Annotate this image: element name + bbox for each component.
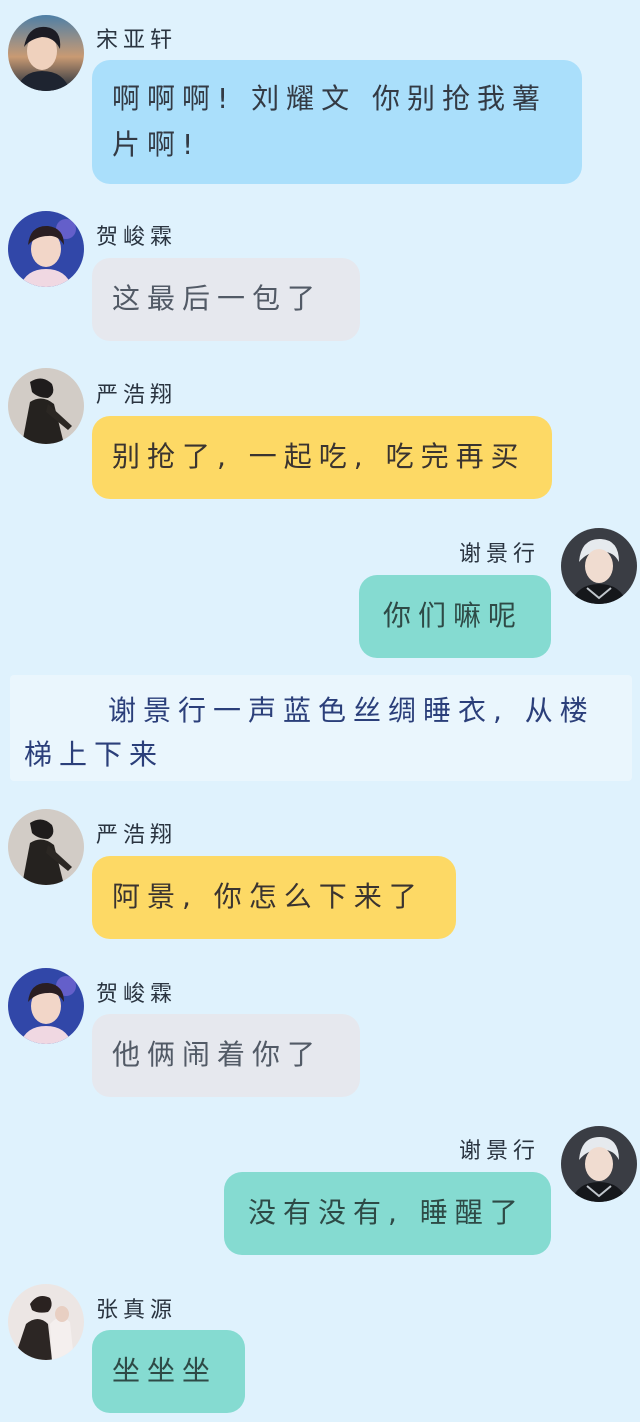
message-bubble[interactable]: 阿景, 你怎么下来了: [92, 856, 456, 939]
avatar-he-icon[interactable]: [8, 968, 84, 1044]
sender-name: 贺峻霖: [96, 225, 178, 250]
message-bubble[interactable]: 没有没有, 睡醒了: [224, 1172, 551, 1255]
message-bubble[interactable]: 你们嘛呢: [359, 575, 551, 658]
sender-name: 谢景行: [459, 1139, 541, 1164]
avatar-yan-icon[interactable]: [8, 368, 84, 444]
avatar-song-icon[interactable]: [8, 15, 84, 91]
sender-name: 严浩翔: [96, 383, 178, 408]
message-bubble[interactable]: 他俩闹着你了: [92, 1014, 360, 1097]
message-bubble[interactable]: 啊啊啊! 刘耀文 你别抢我薯片啊!: [92, 60, 582, 184]
avatar-yan-icon[interactable]: [8, 809, 84, 885]
sender-name: 谢景行: [459, 542, 541, 567]
message-bubble[interactable]: 坐坐坐: [92, 1330, 245, 1413]
avatar-zhang-icon[interactable]: [8, 1284, 84, 1360]
avatar-xie-icon[interactable]: [561, 1126, 637, 1202]
narration-block: 谢景行一声蓝色丝绸睡衣, 从楼梯上下来: [10, 675, 632, 781]
message-bubble[interactable]: 这最后一包了: [92, 258, 360, 341]
avatar-he-icon[interactable]: [8, 211, 84, 287]
sender-name: 张真源: [96, 1298, 178, 1323]
avatar-xie-icon[interactable]: [561, 528, 637, 604]
message-bubble[interactable]: 别抢了, 一起吃, 吃完再买: [92, 416, 552, 499]
sender-name: 严浩翔: [96, 823, 178, 848]
sender-name: 贺峻霖: [96, 982, 178, 1007]
sender-name: 宋亚轩: [96, 28, 178, 53]
